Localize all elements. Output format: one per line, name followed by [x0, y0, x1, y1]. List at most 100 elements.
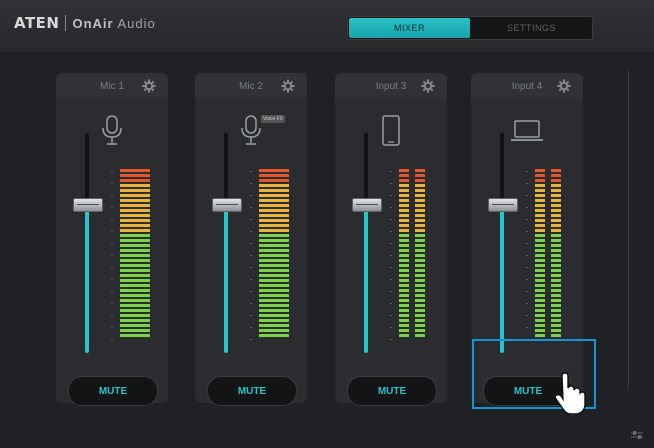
scale-tick: [390, 291, 392, 292]
channel-name: Input 3: [375, 80, 407, 92]
meter-segment: [415, 314, 425, 317]
tab-bar: MIXER SETTINGS: [347, 16, 593, 40]
meter-segment: [399, 204, 409, 207]
tab-settings[interactable]: SETTINGS: [471, 17, 592, 39]
resize-handle-icon[interactable]: [630, 430, 644, 440]
meter-segment: [399, 244, 409, 247]
meter-segment: [399, 209, 409, 212]
meter-segment: [259, 179, 289, 182]
meter-segment: [551, 249, 561, 252]
meter-segment: [259, 304, 289, 307]
mute-button[interactable]: MUTE: [347, 376, 437, 406]
meter-segment: [259, 189, 289, 192]
channel-name: Input 4: [511, 80, 543, 92]
meter-segment: [551, 174, 561, 177]
scale-tick: [111, 279, 113, 280]
meter-segment: [399, 284, 409, 287]
meter-segment: [535, 189, 545, 192]
scale-tick: [526, 267, 528, 268]
meter-segment: [551, 259, 561, 262]
meter-segment: [535, 334, 545, 337]
meter-segment: [399, 174, 409, 177]
meter-segment: [120, 329, 150, 332]
scale-tick: [390, 315, 392, 316]
meter-segment: [535, 229, 545, 232]
meter-segment: [415, 249, 425, 252]
channel-strip: Input 3 MUTE: [335, 73, 447, 406]
meter-segment: [120, 249, 150, 252]
meter-segment: [535, 184, 545, 187]
scale-tick: [250, 279, 252, 280]
fader-knob[interactable]: [212, 197, 242, 212]
meter-segment: [535, 249, 545, 252]
fader-knob[interactable]: [352, 197, 382, 212]
scale-tick: [250, 303, 252, 304]
scale-tick: [390, 183, 392, 184]
scale-tick: [111, 195, 113, 196]
meter-segment: [415, 334, 425, 337]
meter-segment: [120, 204, 150, 207]
meter-segment: [415, 204, 425, 207]
top-bar: ATEN OnAir Audio MIXER SETTINGS: [0, 0, 654, 53]
scale-tick: [526, 327, 528, 328]
meter-segment: [120, 254, 150, 257]
meter-segment: [415, 319, 425, 322]
meter-segment: [415, 269, 425, 272]
gear-icon[interactable]: [281, 79, 295, 93]
meter-segment: [120, 304, 150, 307]
meter-segment: [551, 214, 561, 217]
gear-icon[interactable]: [421, 79, 435, 93]
meter-segment: [120, 314, 150, 317]
meter-segment: [259, 264, 289, 267]
mute-button[interactable]: MUTE: [68, 376, 158, 406]
meter-segment: [399, 299, 409, 302]
meter-segment: [551, 194, 561, 197]
meter-segment: [120, 299, 150, 302]
fader-knob[interactable]: [488, 197, 518, 212]
channel-strip: Mic 1 MUTE: [56, 73, 168, 406]
meter-segment: [120, 244, 150, 247]
meter-segment: [399, 184, 409, 187]
meter-segment: [535, 259, 545, 262]
scale-tick: [111, 207, 113, 208]
mute-button[interactable]: MUTE: [207, 376, 297, 406]
meter-segment: [259, 174, 289, 177]
scale-tick: [250, 255, 252, 256]
microphone-icon: [94, 113, 130, 149]
meter-segment: [120, 284, 150, 287]
meter-segment: [259, 214, 289, 217]
meter-segment: [415, 324, 425, 327]
fader-knob[interactable]: [73, 197, 103, 212]
meter-segment: [399, 169, 409, 172]
gear-icon[interactable]: [557, 79, 571, 93]
channel-header: Input 3: [335, 73, 447, 99]
channel-strip: Mic 2 Voice FX MUTE: [195, 73, 307, 406]
meter-segment: [259, 184, 289, 187]
meter-segment: [399, 179, 409, 182]
meter-segment: [535, 314, 545, 317]
scale-tick: [390, 231, 392, 232]
meter-segment: [551, 189, 561, 192]
scale-tick: [250, 231, 252, 232]
panel-divider: [628, 69, 629, 389]
meter-segment: [259, 314, 289, 317]
meter-scale: [247, 171, 255, 341]
gear-icon[interactable]: [142, 79, 156, 93]
channel-name: Mic 1: [100, 80, 124, 92]
meter-segment: [535, 284, 545, 287]
meter-segment: [415, 234, 425, 237]
meter-segment: [415, 259, 425, 262]
meter-segment: [415, 239, 425, 242]
meter-segment: [259, 294, 289, 297]
meter-segment: [259, 289, 289, 292]
tab-mixer[interactable]: MIXER: [349, 18, 470, 38]
meter-segment: [535, 274, 545, 277]
meter-segment: [535, 169, 545, 172]
meter-segment: [259, 224, 289, 227]
meter-segment: [259, 309, 289, 312]
meter-segment: [259, 334, 289, 337]
meter-segment: [535, 254, 545, 257]
meter-segment: [259, 204, 289, 207]
scale-tick: [526, 171, 528, 172]
meter-segment: [259, 169, 289, 172]
